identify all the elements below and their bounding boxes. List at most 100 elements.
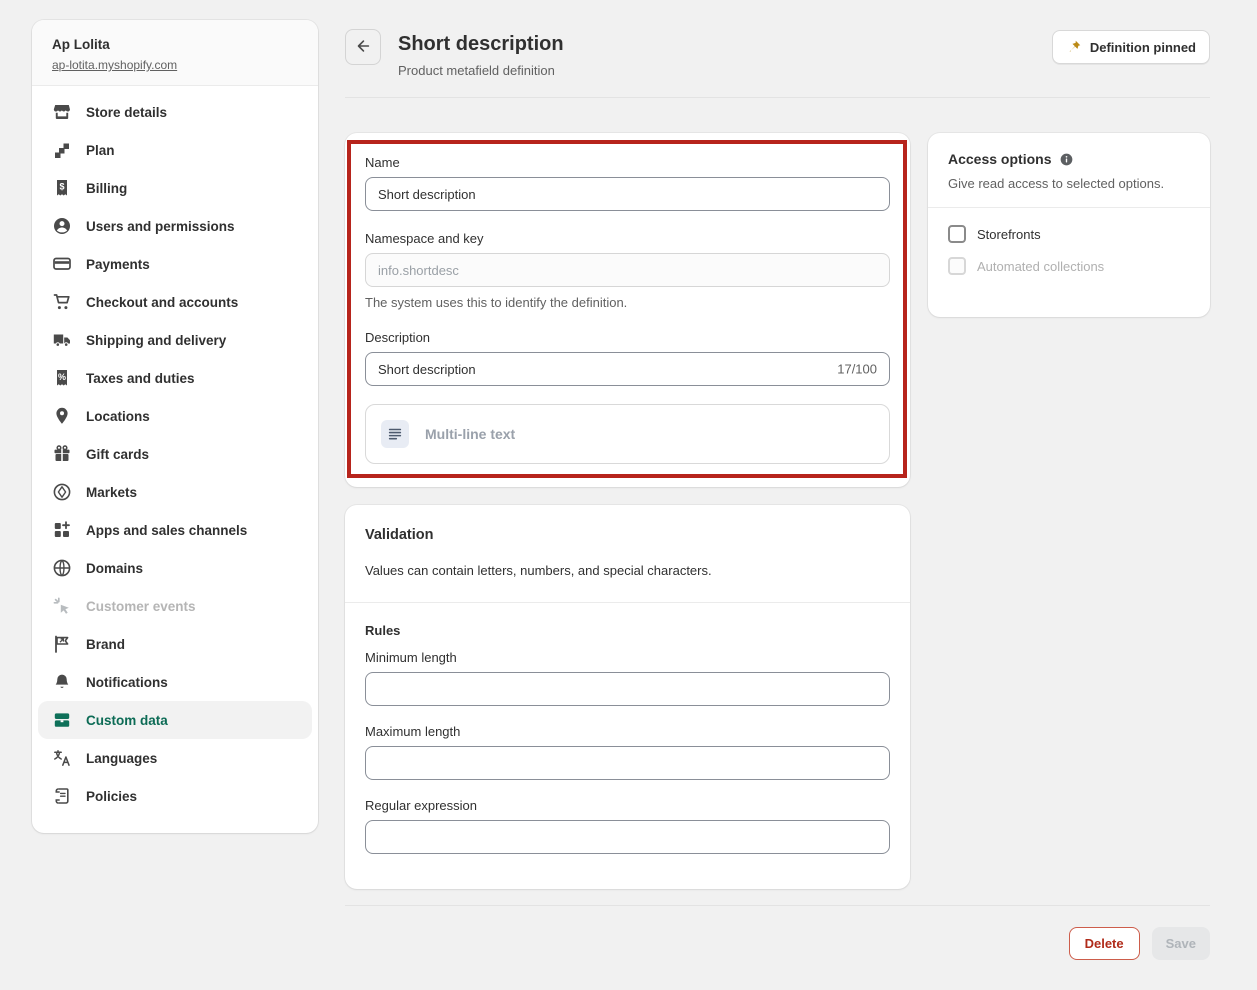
sidebar-item-languages[interactable]: Languages [38, 739, 312, 777]
automated-collections-label: Automated collections [977, 259, 1104, 274]
sidebar-item-label: Domains [86, 561, 143, 576]
sidebar-item-store-details[interactable]: Store details [38, 93, 312, 131]
sidebar-item-policies[interactable]: Policies [38, 777, 312, 815]
svg-text:$: $ [59, 182, 64, 192]
namespace-help-text: The system uses this to identify the def… [365, 295, 890, 310]
sidebar-item-notifications[interactable]: Notifications [38, 663, 312, 701]
sidebar-item-label: Policies [86, 789, 137, 804]
plan-icon [52, 140, 72, 160]
store-name: Ap Lolita [52, 37, 298, 52]
sidebar-item-locations[interactable]: Locations [38, 397, 312, 435]
access-options-title: Access options [948, 151, 1051, 167]
description-input[interactable] [365, 352, 890, 386]
sidebar-item-apps-and-sales-channels[interactable]: Apps and sales channels [38, 511, 312, 549]
bell-icon [52, 672, 72, 692]
footer-divider [345, 905, 1210, 906]
sidebar-item-label: Gift cards [86, 447, 149, 462]
name-label: Name [365, 155, 890, 170]
storefronts-label: Storefronts [977, 227, 1041, 242]
content-type-selector[interactable]: Multi-line text [365, 404, 890, 464]
truck-icon [52, 330, 72, 350]
sidebar-item-label: Checkout and accounts [86, 295, 238, 310]
apps-grid-icon [52, 520, 72, 540]
minimum-length-input[interactable] [365, 672, 890, 706]
sidebar-item-markets[interactable]: Markets [38, 473, 312, 511]
page-title: Short description [398, 33, 564, 56]
cart-icon [52, 292, 72, 312]
tax-receipt-icon: % [52, 368, 72, 388]
multi-line-text-icon [381, 420, 409, 448]
pin-icon [1066, 39, 1082, 55]
minimum-length-label: Minimum length [365, 650, 890, 665]
sidebar-item-label: Custom data [86, 713, 168, 728]
sidebar-item-billing[interactable]: $ Billing [38, 169, 312, 207]
customer-events-icon [52, 596, 72, 616]
sidebar-item-label: Users and permissions [86, 219, 235, 234]
back-button[interactable] [345, 29, 381, 65]
page-header: Short description Product metafield defi… [345, 29, 1210, 83]
validation-card: Validation Values can contain letters, n… [345, 505, 910, 889]
namespace-input [365, 253, 890, 287]
sidebar-item-label: Customer events [86, 599, 196, 614]
footer-actions: Delete Save [1069, 927, 1210, 960]
settings-sidebar: Ap Lolita ap-lotita.myshopify.com Store … [32, 20, 318, 833]
sidebar-item-label: Notifications [86, 675, 168, 690]
storefront-icon [52, 102, 72, 122]
markets-globe-icon [52, 482, 72, 502]
regular-expression-input[interactable] [365, 820, 890, 854]
name-input[interactable] [365, 177, 890, 211]
access-options-subtitle: Give read access to selected options. [948, 176, 1190, 191]
brand-flag-icon [52, 634, 72, 654]
access-options-card: Access options Give read access to selec… [928, 133, 1210, 317]
payments-icon [52, 254, 72, 274]
regular-expression-label: Regular expression [365, 798, 890, 813]
sidebar-item-label: Plan [86, 143, 115, 158]
automated-collections-checkbox [948, 257, 966, 275]
sidebar-item-label: Taxes and duties [86, 371, 195, 386]
sidebar-item-customer-events: Customer events [38, 587, 312, 625]
store-url-link[interactable]: ap-lotita.myshopify.com [52, 58, 177, 72]
policies-icon [52, 786, 72, 806]
maximum-length-label: Maximum length [365, 724, 890, 739]
custom-data-icon [52, 710, 72, 730]
sidebar-item-label: Markets [86, 485, 137, 500]
sidebar-item-gift-cards[interactable]: Gift cards [38, 435, 312, 473]
definition-pinned-button[interactable]: Definition pinned [1052, 30, 1210, 64]
sidebar-item-label: Brand [86, 637, 125, 652]
domains-globe-icon [52, 558, 72, 578]
sidebar-item-payments[interactable]: Payments [38, 245, 312, 283]
sidebar-item-brand[interactable]: Brand [38, 625, 312, 663]
sidebar-item-domains[interactable]: Domains [38, 549, 312, 587]
storefronts-checkbox[interactable] [948, 225, 966, 243]
sidebar-item-label: Locations [86, 409, 150, 424]
sidebar-item-label: Billing [86, 181, 127, 196]
sidebar-item-label: Apps and sales channels [86, 523, 247, 538]
rules-title: Rules [365, 623, 890, 638]
gift-icon [52, 444, 72, 464]
description-label: Description [365, 330, 890, 345]
delete-button[interactable]: Delete [1069, 927, 1140, 960]
storefronts-checkbox-row[interactable]: Storefronts [948, 225, 1190, 243]
definition-card: Name Namespace and key The system uses t… [345, 133, 910, 487]
sidebar-item-label: Shipping and delivery [86, 333, 226, 348]
sidebar-item-label: Languages [86, 751, 157, 766]
maximum-length-input[interactable] [365, 746, 890, 780]
validation-description: Values can contain letters, numbers, and… [365, 563, 890, 578]
store-header: Ap Lolita ap-lotita.myshopify.com [32, 20, 318, 86]
billing-icon: $ [52, 178, 72, 198]
header-divider [345, 97, 1210, 98]
save-button: Save [1152, 927, 1210, 960]
sidebar-item-shipping-and-delivery[interactable]: Shipping and delivery [38, 321, 312, 359]
sidebar-item-custom-data[interactable]: Custom data [38, 701, 312, 739]
page-subtitle: Product metafield definition [398, 63, 555, 78]
content-type-label: Multi-line text [425, 426, 515, 442]
settings-page: Ap Lolita ap-lotita.myshopify.com Store … [0, 0, 1257, 990]
sidebar-item-plan[interactable]: Plan [38, 131, 312, 169]
sidebar-item-checkout-and-accounts[interactable]: Checkout and accounts [38, 283, 312, 321]
sidebar-item-taxes-and-duties[interactable]: % Taxes and duties [38, 359, 312, 397]
sidebar-item-label: Payments [86, 257, 150, 272]
users-icon [52, 216, 72, 236]
sidebar-item-users-and-permissions[interactable]: Users and permissions [38, 207, 312, 245]
info-icon[interactable] [1059, 152, 1074, 167]
automated-collections-checkbox-row: Automated collections [948, 257, 1190, 275]
